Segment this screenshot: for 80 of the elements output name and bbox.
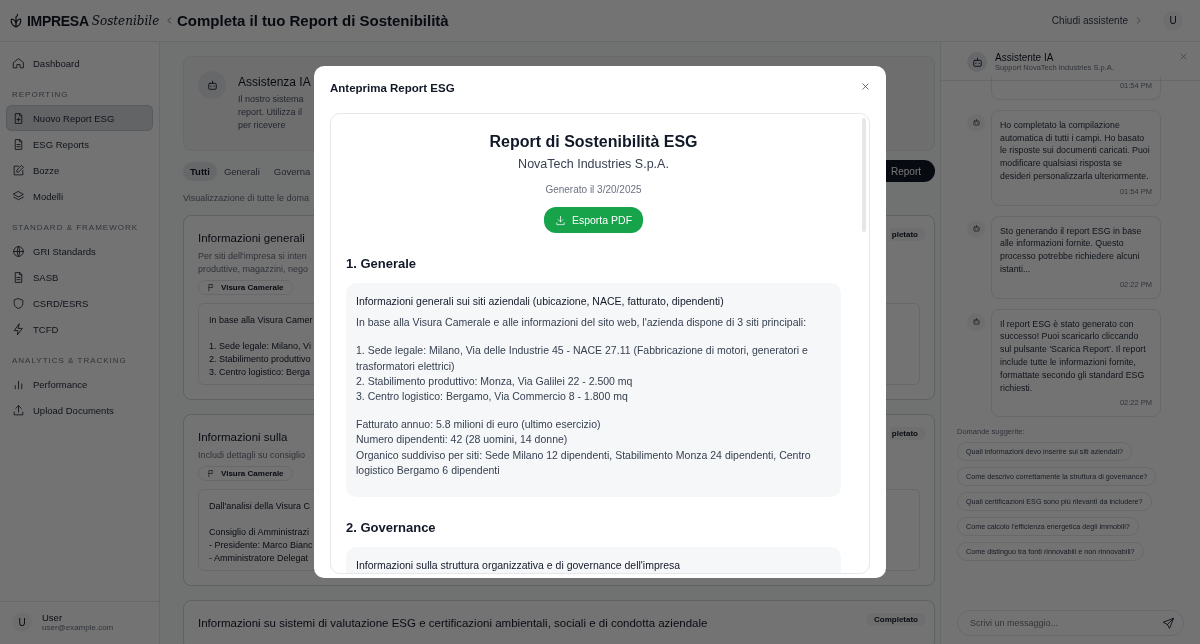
section-heading: STANDARD & FRAMEWORK bbox=[11, 222, 140, 234]
assistant-title: Assistente IA bbox=[995, 52, 1055, 63]
answer-text: Numero dipendenti: 42 (28 uomini, 14 donne) bbox=[356, 432, 569, 448]
answer-text: Organico suddiviso per siti: Sede Milano 12 dipendenti, Stabilimento Monza 24 dipendenti, Centro logistico Bergamo 6 dipendenti bbox=[356, 447, 812, 478]
status-badge: pletato bbox=[889, 427, 926, 440]
filter-tab[interactable]: Generali bbox=[216, 161, 267, 181]
answer-text: Fatturato annuo: 5.8 milioni di euro (ultimo esercizio) bbox=[356, 417, 602, 433]
sidebar-item[interactable]: Dashboard bbox=[6, 50, 153, 76]
sidebar-item[interactable]: TCFD bbox=[6, 316, 153, 342]
info-text: Il nostro sistema bbox=[238, 93, 304, 106]
status-badge: Completato bbox=[866, 613, 926, 626]
section-heading: 2. Governance bbox=[346, 520, 437, 536]
generated-date: Generato il 3/20/2025 bbox=[545, 184, 642, 195]
sidebar-item[interactable]: Modelli bbox=[6, 183, 153, 209]
message-text: Il report ESG è stato generato con successo! Puoi scaricarlo cliccando sul pulsante 'Scarica Report'. Il report include tutte le informazioni fornite, formattate secondo gli standard ESG richiesti. bbox=[1000, 317, 1147, 395]
question-title: Informazioni generali bbox=[198, 232, 305, 244]
sidebar-item[interactable]: SASB bbox=[6, 264, 153, 290]
shield-icon bbox=[12, 296, 25, 310]
answer-text: In base alla Visura Camerale e alle informazioni del sito web, l'azienda dispone di 3 siti principali: bbox=[356, 315, 808, 331]
answer-text: 3. Centro logistico: Bergamo, Via Commercio 8 - 1.800 mq bbox=[356, 389, 629, 404]
document-icon bbox=[12, 270, 25, 284]
dialog-title: Anteprima Report ESG bbox=[330, 82, 455, 94]
leaf-logo-icon bbox=[8, 12, 24, 29]
close-icon[interactable] bbox=[861, 82, 870, 91]
send-icon[interactable] bbox=[1162, 616, 1175, 630]
page-title: Completa il tuo Report di Sostenibilità bbox=[177, 12, 450, 29]
user-email: user@example.com bbox=[42, 623, 114, 632]
logo-script-text: Sostenibile bbox=[91, 13, 160, 28]
company-name: NovaTech Industries S.p.A. bbox=[518, 157, 669, 171]
close-assistant-button[interactable]: Chiudi assistente bbox=[1045, 13, 1149, 28]
user-avatar: U bbox=[12, 612, 32, 632]
section-heading: ANALYTICS & TRACKING bbox=[11, 355, 128, 367]
question-description: Includi dettagli su consiglio bbox=[198, 449, 306, 462]
sidebar-item[interactable]: Bozze bbox=[6, 157, 153, 183]
sidebar-item[interactable]: GRI Standards bbox=[6, 238, 153, 264]
question-title: Informazioni su sistemi di valutazione ESG e certificazioni ambientali, sociali e di condotta aziendale bbox=[198, 617, 708, 629]
document-icon bbox=[12, 137, 25, 151]
robot-icon bbox=[970, 55, 984, 69]
sidebar-item[interactable]: Upload Documents bbox=[6, 397, 153, 423]
flag-icon bbox=[207, 283, 216, 292]
question-text: Informazioni generali sui siti aziendali (ubicazione, NACE, fatturato, dipendenti) bbox=[356, 294, 725, 309]
info-text: per ricevere bbox=[238, 119, 286, 132]
filter-tab[interactable]: Governa bbox=[266, 161, 318, 181]
info-title: Assistenza IA bbox=[238, 75, 311, 89]
logo-text: IMPRESA bbox=[27, 12, 89, 29]
status-badge: pletato bbox=[889, 228, 926, 241]
export-pdf-button[interactable]: Esporta PDF bbox=[543, 207, 644, 233]
message-text: Sto generando il report ESG in base alle informazioni fornite. Questo processo potrebbe richiedere alcuni istanti... bbox=[1000, 224, 1143, 276]
sidebar-item[interactable]: ESG Reports bbox=[6, 131, 153, 157]
robot-icon bbox=[971, 224, 981, 234]
question-description: produttive, magazzini, nego bbox=[198, 263, 309, 276]
home-icon bbox=[12, 56, 25, 70]
robot-icon bbox=[971, 317, 981, 327]
sidebar-item[interactable]: CSRD/ESRS bbox=[6, 290, 153, 316]
file-plus-icon bbox=[12, 111, 25, 125]
upload-icon bbox=[12, 403, 25, 417]
user-avatar[interactable]: U bbox=[1163, 10, 1183, 31]
filter-tab[interactable]: Tutti bbox=[183, 161, 217, 181]
report-title: Report di Sostenibilità ESG bbox=[489, 133, 698, 151]
sidebar-item[interactable]: Performance bbox=[6, 371, 153, 397]
lightning-icon bbox=[12, 322, 25, 336]
sidebar-item[interactable]: Nuovo Report ESG bbox=[6, 105, 153, 131]
section-heading: 1. Generale bbox=[346, 256, 418, 271]
section-heading: REPORTING bbox=[11, 89, 70, 101]
download-icon bbox=[554, 214, 566, 226]
question-text: Informazioni sulla struttura organizzativa e di governance dell'impresa bbox=[356, 558, 682, 573]
globe-icon bbox=[12, 244, 25, 258]
chevron-icon bbox=[1134, 14, 1143, 27]
answer-text: 2. Stabilimento produttivo: Monza, Via Galilei 22 - 2.500 mq bbox=[356, 373, 634, 389]
layers-icon bbox=[12, 189, 25, 203]
robot-icon bbox=[205, 78, 219, 92]
close-icon[interactable] bbox=[1179, 52, 1188, 61]
message-text: Ho completato la compilazione automatica di tutti i campi. Ho basato le risposte sui documenti caricati. Puoi modificare qualsiasi risposta se desideri personalizzarla ulteriormente. bbox=[1000, 118, 1151, 183]
question-description: Per siti dell'impresa si inten bbox=[198, 250, 307, 263]
edit-icon bbox=[12, 163, 25, 177]
question-title: Informazioni sulla bbox=[198, 431, 288, 443]
flag-icon bbox=[207, 469, 216, 478]
user-name: User bbox=[42, 612, 64, 623]
answer-text: 1. Sede legale: Milano, Via delle Industrie 45 - NACE 27.11 (Fabbricazione di motori, generatori e trasformatori elettrici) bbox=[356, 343, 809, 374]
robot-icon bbox=[971, 118, 981, 128]
